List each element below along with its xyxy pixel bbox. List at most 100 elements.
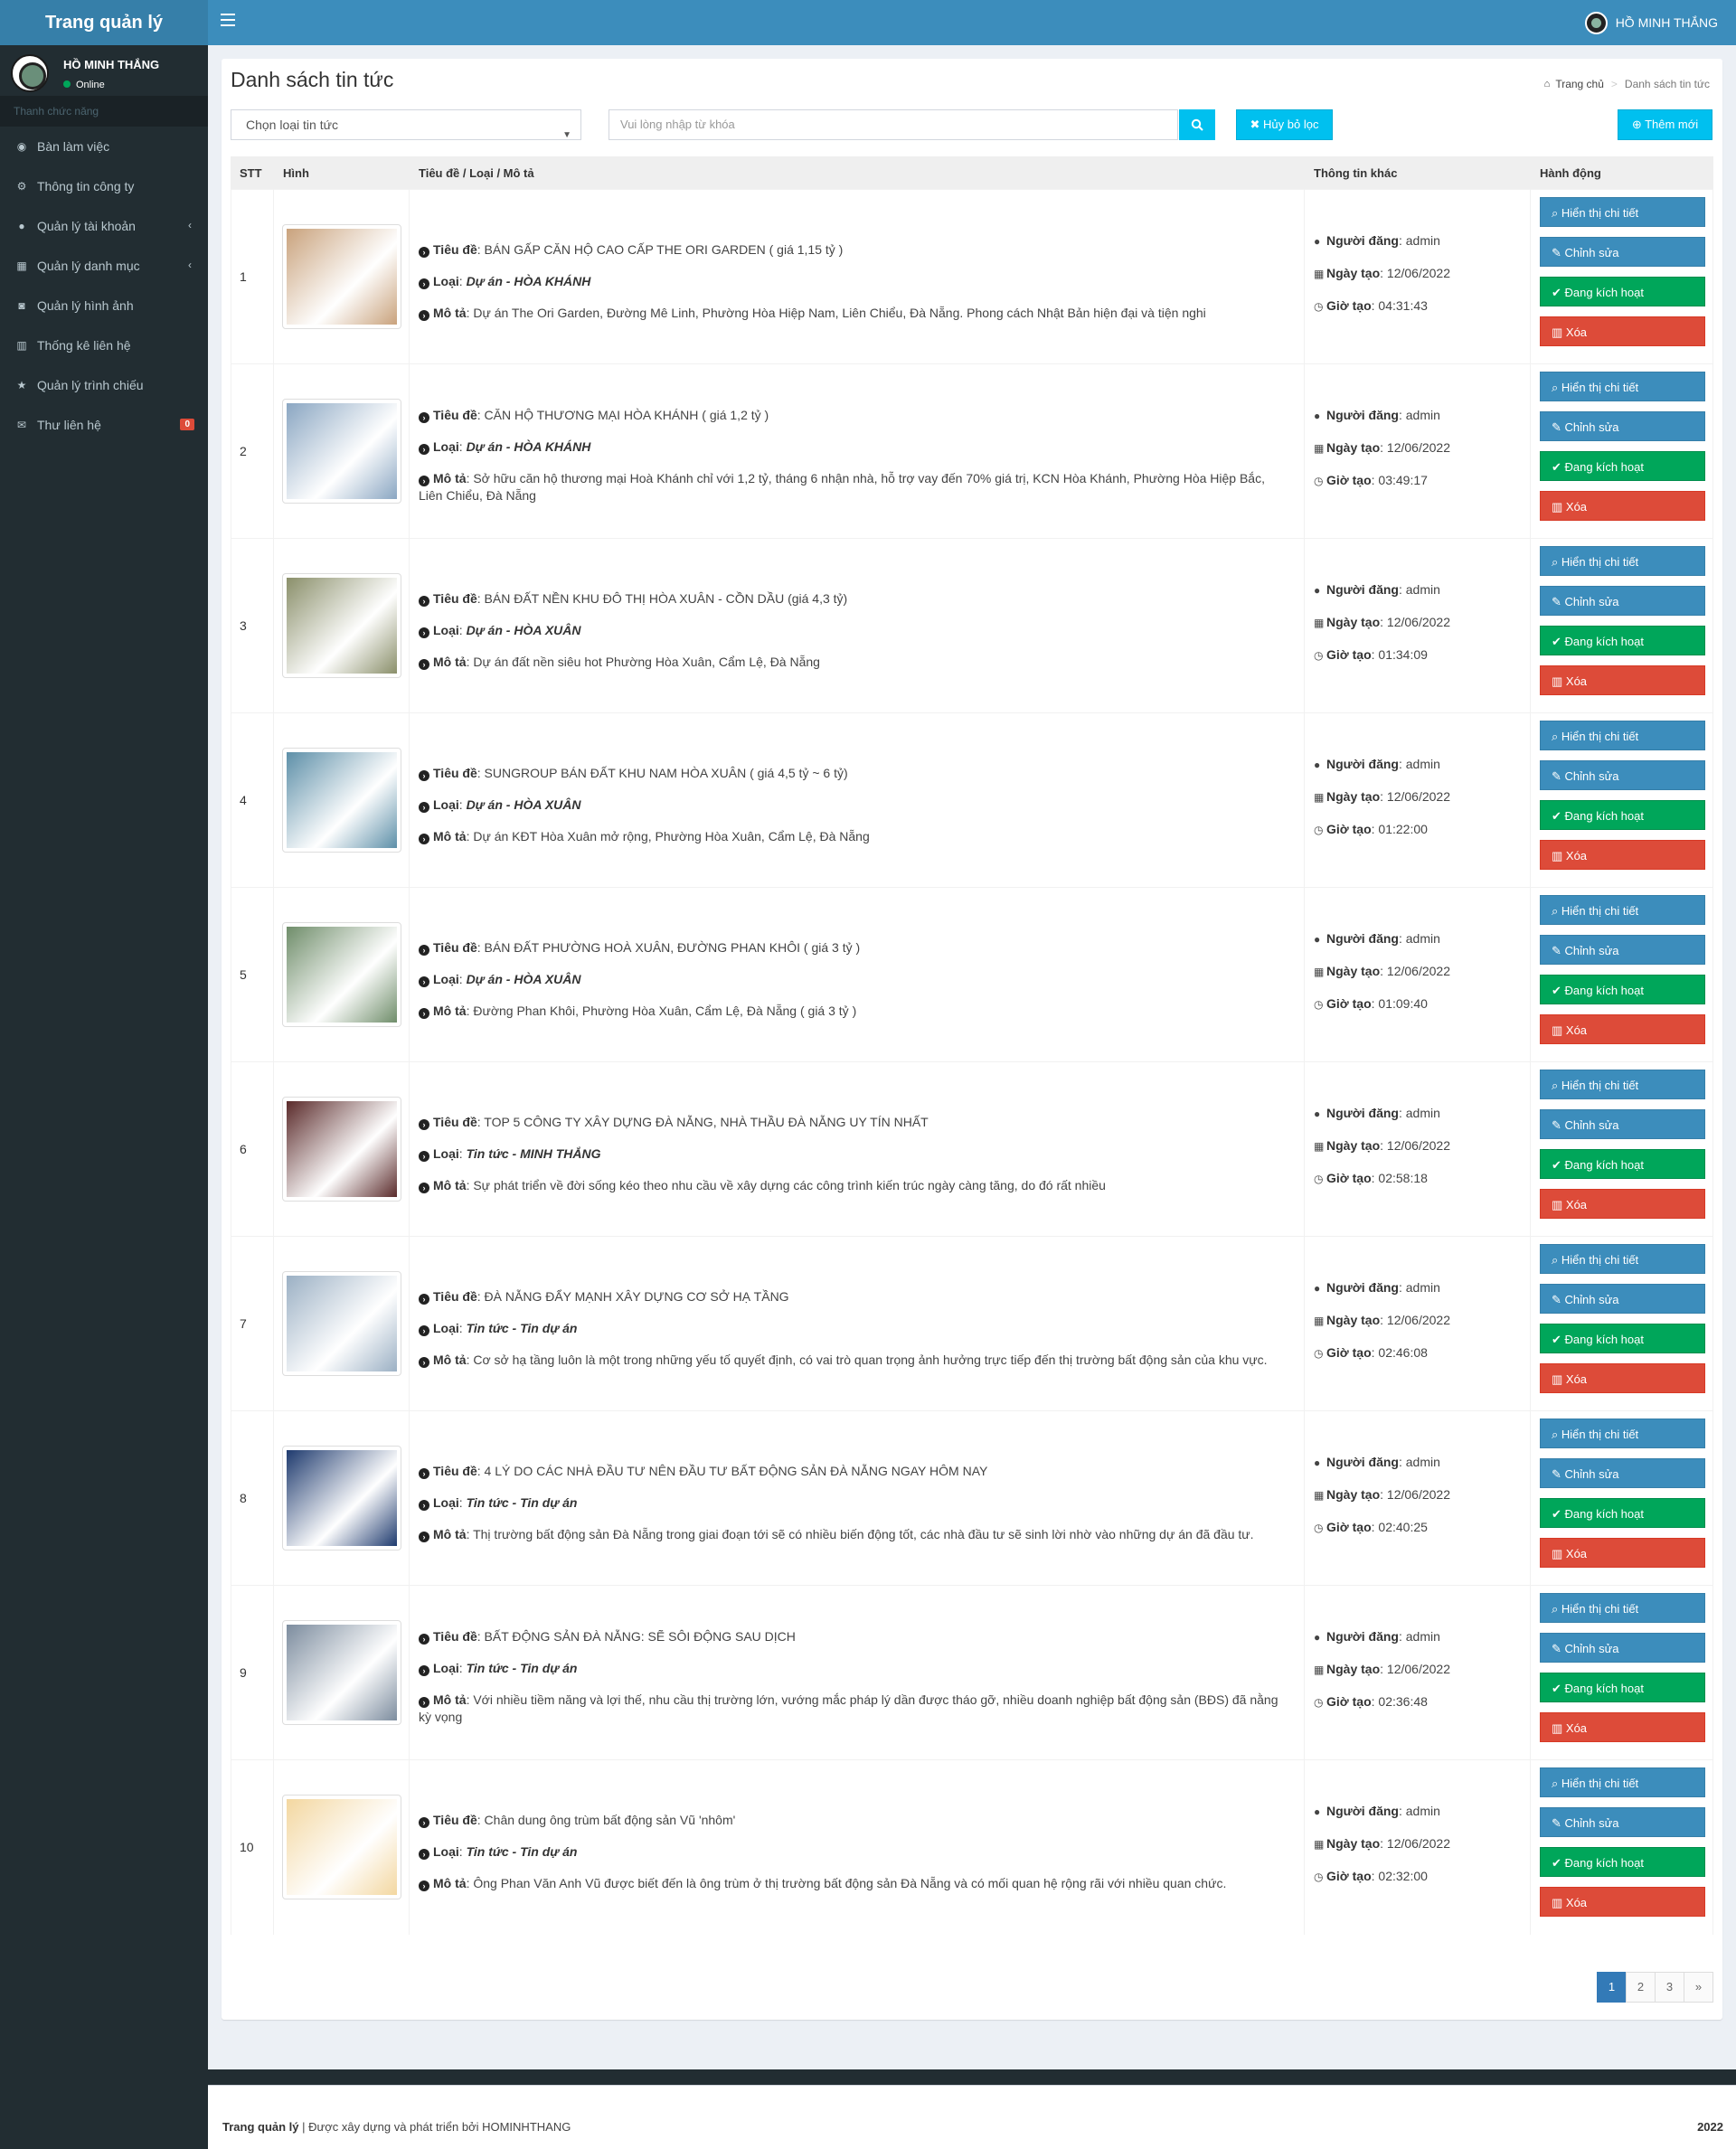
delete-button[interactable]: ▥ Xóa: [1540, 665, 1705, 695]
view-detail-button[interactable]: ⌕ Hiển thị chi tiết: [1540, 197, 1705, 227]
sidebar-item-4[interactable]: ◙ Quản lý hình ảnh: [0, 286, 208, 325]
breadcrumb-home[interactable]: Trang chủ: [1555, 78, 1604, 90]
clock-icon: ◷: [1314, 475, 1324, 487]
news-thumbnail[interactable]: [282, 1097, 401, 1202]
calendar-icon: ▦: [1314, 1140, 1325, 1153]
active-toggle-button[interactable]: ✔ Đang kích hoạt: [1540, 277, 1705, 306]
news-thumbnail[interactable]: [282, 1620, 401, 1725]
sidebar-item-5[interactable]: ▥ Thống kê liên hệ: [0, 325, 208, 365]
arrow-circle-icon: ›: [419, 945, 429, 956]
edit-button[interactable]: ✎ Chỉnh sửa: [1540, 1284, 1705, 1314]
search-button[interactable]: [1179, 109, 1215, 140]
page-button-2[interactable]: 2: [1626, 1972, 1656, 2003]
active-toggle-button[interactable]: ✔ Đang kích hoạt: [1540, 451, 1705, 481]
calendar-icon: ▦: [1314, 791, 1325, 804]
edit-button[interactable]: ✎ Chỉnh sửa: [1540, 1633, 1705, 1663]
edit-button[interactable]: ✎ Chỉnh sửa: [1540, 760, 1705, 790]
active-toggle-button[interactable]: ✔ Đang kích hoạt: [1540, 975, 1705, 1004]
view-detail-label: Hiển thị chi tiết: [1561, 206, 1639, 220]
author-value: admin: [1405, 931, 1440, 946]
sidebar-item-0[interactable]: ◉ Bàn làm việc: [0, 127, 208, 166]
news-thumbnail[interactable]: [282, 1795, 401, 1899]
author-value: admin: [1405, 233, 1440, 248]
news-thumbnail[interactable]: [282, 1271, 401, 1376]
edit-button[interactable]: ✎ Chỉnh sửa: [1540, 237, 1705, 267]
delete-button[interactable]: ▥ Xóa: [1540, 1712, 1705, 1742]
delete-button[interactable]: ▥ Xóa: [1540, 1887, 1705, 1917]
menu-toggle-icon[interactable]: [221, 14, 235, 26]
app-logo[interactable]: Trang quản lý: [0, 0, 208, 45]
page-button-1[interactable]: 1: [1597, 1972, 1627, 2003]
edit-button[interactable]: ✎ Chỉnh sửa: [1540, 586, 1705, 616]
view-detail-button[interactable]: ⌕ Hiển thị chi tiết: [1540, 1070, 1705, 1099]
search-input[interactable]: Vui lòng nhập từ khóa: [609, 109, 1178, 140]
row-stt: 2: [240, 444, 247, 458]
delete-button[interactable]: ▥ Xóa: [1540, 840, 1705, 870]
news-thumbnail[interactable]: [282, 573, 401, 678]
active-toggle-button[interactable]: ✔ Đang kích hoạt: [1540, 800, 1705, 830]
news-thumbnail[interactable]: [282, 399, 401, 504]
active-toggle-button[interactable]: ✔ Đang kích hoạt: [1540, 1498, 1705, 1528]
active-toggle-button[interactable]: ✔ Đang kích hoạt: [1540, 1673, 1705, 1702]
edit-button[interactable]: ✎ Chỉnh sửa: [1540, 1109, 1705, 1139]
view-detail-button[interactable]: ⌕ Hiển thị chi tiết: [1540, 1419, 1705, 1448]
active-toggle-button[interactable]: ✔ Đang kích hoạt: [1540, 626, 1705, 655]
user-menu[interactable]: HỒ MINH THẮNG: [1584, 11, 1718, 34]
active-toggle-button[interactable]: ✔ Đang kích hoạt: [1540, 1149, 1705, 1179]
sidebar-item-2[interactable]: ● Quản lý tài khoản ‹: [0, 206, 208, 246]
sidebar-item-7[interactable]: ✉ Thư liên hệ 0: [0, 405, 208, 445]
view-detail-button[interactable]: ⌕ Hiển thị chi tiết: [1540, 372, 1705, 401]
top-navbar: HỒ MINH THẮNG: [208, 0, 1736, 45]
view-detail-button[interactable]: ⌕ Hiển thị chi tiết: [1540, 721, 1705, 750]
view-detail-button[interactable]: ⌕ Hiển thị chi tiết: [1540, 1244, 1705, 1274]
delete-button[interactable]: ▥ Xóa: [1540, 316, 1705, 346]
next-page-button[interactable]: »: [1684, 1972, 1713, 2003]
message-count-badge: 0: [180, 419, 194, 430]
edit-button[interactable]: ✎ Chỉnh sửa: [1540, 411, 1705, 441]
sidebar-item-6[interactable]: ★ Quản lý trình chiếu: [0, 365, 208, 405]
check-icon: ✔: [1552, 1856, 1565, 1870]
clear-filter-button[interactable]: ✖ Hủy bỏ lọc: [1236, 109, 1333, 140]
col-title: Tiêu đề / Loại / Mô tả: [419, 166, 534, 180]
active-toggle-button[interactable]: ✔ Đang kích hoạt: [1540, 1847, 1705, 1877]
search-icon: ⌕: [1552, 1079, 1561, 1092]
type-select[interactable]: Chọn loại tin tức ▼: [231, 109, 581, 140]
view-detail-button[interactable]: ⌕ Hiển thị chi tiết: [1540, 1593, 1705, 1623]
delete-button[interactable]: ▥ Xóa: [1540, 1189, 1705, 1219]
news-thumbnail[interactable]: [282, 224, 401, 329]
view-detail-button[interactable]: ⌕ Hiển thị chi tiết: [1540, 1767, 1705, 1797]
edit-button[interactable]: ✎ Chỉnh sửa: [1540, 1807, 1705, 1837]
edit-button[interactable]: ✎ Chỉnh sửa: [1540, 935, 1705, 965]
delete-button[interactable]: ▥ Xóa: [1540, 1538, 1705, 1568]
news-thumbnail[interactable]: [282, 1446, 401, 1550]
add-new-button[interactable]: ⊕ Thêm mới: [1618, 109, 1712, 140]
news-info: › Tiêu đề: SUNGROUP BÁN ĐẤT KHU NAM HÒA X…: [419, 765, 1287, 860]
news-thumbnail[interactable]: [282, 748, 401, 853]
news-type: Dự án - HÒA XUÂN: [466, 797, 581, 812]
type-label: Loại: [433, 439, 459, 454]
arrow-circle-icon: ›: [419, 1849, 429, 1860]
view-detail-button[interactable]: ⌕ Hiển thị chi tiết: [1540, 546, 1705, 576]
view-detail-button[interactable]: ⌕ Hiển thị chi tiết: [1540, 895, 1705, 925]
news-thumbnail[interactable]: [282, 922, 401, 1027]
sidebar-item-3[interactable]: ▦ Quản lý danh mục ‹: [0, 246, 208, 286]
edit-button[interactable]: ✎ Chỉnh sửa: [1540, 1458, 1705, 1488]
cell-divider: [231, 1411, 274, 1586]
arrow-circle-icon: ›: [419, 1697, 429, 1708]
search-icon: ⌕: [1552, 1602, 1561, 1616]
page-button-3[interactable]: 3: [1655, 1972, 1684, 2003]
active-toggle-button[interactable]: ✔ Đang kích hoạt: [1540, 1324, 1705, 1353]
date-value: 12/06/2022: [1386, 1313, 1450, 1327]
arrow-circle-icon: ›: [419, 976, 429, 987]
view-detail-label: Hiển thị chi tiết: [1561, 381, 1639, 394]
col-image: Hình: [283, 166, 309, 180]
delete-button[interactable]: ▥ Xóa: [1540, 1014, 1705, 1044]
row-actions: ⌕ Hiển thị chi tiết ✎ Chỉnh sửa ✔ Đang k…: [1540, 372, 1705, 531]
desc-label: Mô tả: [433, 1178, 467, 1192]
sidebar-item-1[interactable]: ⚙ Thông tin công ty: [0, 166, 208, 206]
table-row: 8 › Tiêu đề: 4 LÝ DO CÁC NHÀ ĐẦU TƯ NÊN Đ…: [231, 1410, 1713, 1586]
thumbnail-image: [287, 752, 397, 848]
delete-button[interactable]: ▥ Xóa: [1540, 1363, 1705, 1393]
delete-button[interactable]: ▥ Xóa: [1540, 491, 1705, 521]
news-info: › Tiêu đề: BẤT ĐỘNG SẢN ĐÀ NẴNG: SẼ SÔI Đ…: [419, 1629, 1278, 1724]
